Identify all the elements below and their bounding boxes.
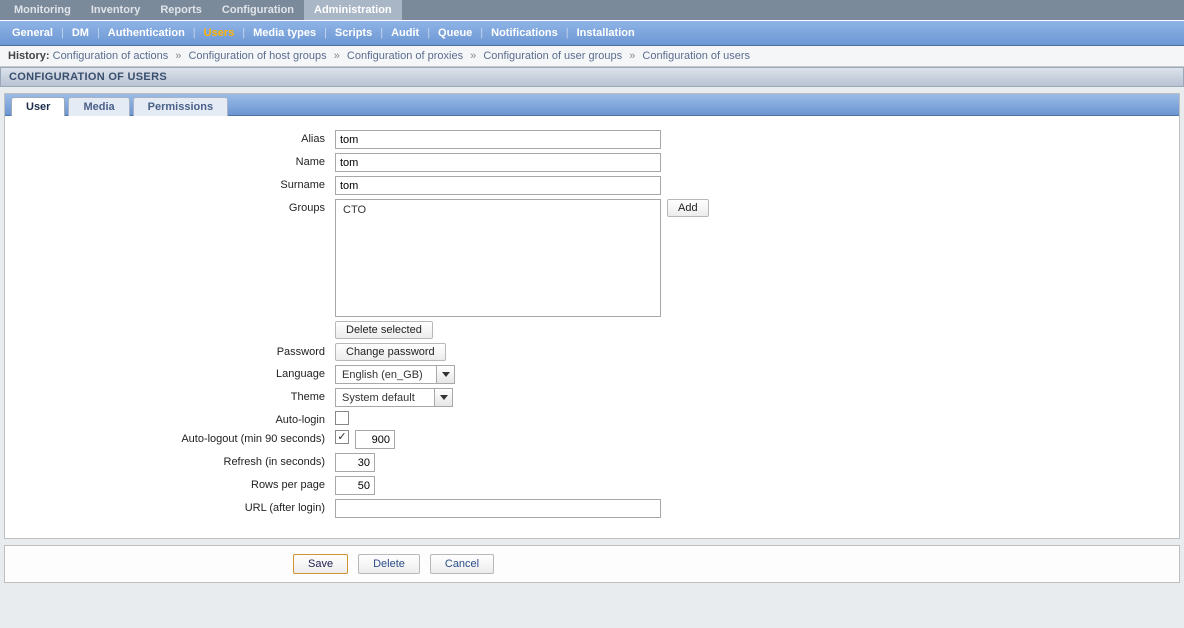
subnav-queue[interactable]: Queue bbox=[430, 25, 480, 41]
groups-label: Groups bbox=[25, 199, 335, 214]
subnav-users[interactable]: Users bbox=[196, 25, 243, 41]
tab-permissions[interactable]: Permissions bbox=[133, 97, 228, 116]
chevron-right-icon: » bbox=[625, 50, 639, 62]
user-form: Alias Name Surname Groups CTO Delete sel… bbox=[5, 116, 1179, 538]
history-label: History: bbox=[8, 50, 50, 62]
language-select[interactable]: English (en_GB) bbox=[335, 365, 455, 384]
topnav-monitoring[interactable]: Monitoring bbox=[4, 0, 81, 20]
url-input[interactable] bbox=[335, 499, 661, 518]
surname-label: Surname bbox=[25, 176, 335, 191]
alias-label: Alias bbox=[25, 130, 335, 145]
subnav-audit[interactable]: Audit bbox=[383, 25, 427, 41]
sub-nav: General| DM| Authentication| Users| Medi… bbox=[0, 21, 1184, 46]
breadcrumb: History: Configuration of actions » Conf… bbox=[0, 46, 1184, 67]
history-link[interactable]: Configuration of actions bbox=[53, 50, 169, 62]
subnav-installation[interactable]: Installation bbox=[569, 25, 643, 41]
subnav-dm[interactable]: DM bbox=[64, 25, 97, 41]
auto-logout-label: Auto-logout (min 90 seconds) bbox=[25, 430, 335, 445]
form-footer: Save Delete Cancel bbox=[4, 545, 1180, 583]
theme-value: System default bbox=[336, 390, 430, 406]
check-icon: ✓ bbox=[337, 432, 346, 443]
subnav-scripts[interactable]: Scripts bbox=[327, 25, 380, 41]
add-group-button[interactable]: Add bbox=[667, 199, 709, 217]
subnav-notifications[interactable]: Notifications bbox=[483, 25, 566, 41]
auto-login-checkbox[interactable] bbox=[335, 411, 349, 425]
url-label: URL (after login) bbox=[25, 499, 335, 514]
chevron-down-icon[interactable] bbox=[436, 366, 454, 383]
topnav-inventory[interactable]: Inventory bbox=[81, 0, 151, 20]
password-label: Password bbox=[25, 343, 335, 358]
delete-selected-button[interactable]: Delete selected bbox=[335, 321, 433, 339]
theme-label: Theme bbox=[25, 388, 335, 403]
subnav-general[interactable]: General bbox=[4, 25, 61, 41]
language-label: Language bbox=[25, 365, 335, 380]
topnav-reports[interactable]: Reports bbox=[150, 0, 212, 20]
theme-select[interactable]: System default bbox=[335, 388, 453, 407]
chevron-right-icon: » bbox=[466, 50, 480, 62]
surname-input[interactable] bbox=[335, 176, 661, 195]
tab-user[interactable]: User bbox=[11, 97, 65, 116]
save-button[interactable]: Save bbox=[293, 554, 348, 574]
auto-logout-checkbox[interactable]: ✓ bbox=[335, 430, 349, 444]
auto-logout-input[interactable] bbox=[355, 430, 395, 449]
tab-media[interactable]: Media bbox=[68, 97, 129, 116]
topnav-configuration[interactable]: Configuration bbox=[212, 0, 304, 20]
groups-option[interactable]: CTO bbox=[341, 203, 655, 217]
history-link[interactable]: Configuration of user groups bbox=[483, 50, 622, 62]
page-title: CONFIGURATION OF USERS bbox=[0, 67, 1184, 87]
delete-button[interactable]: Delete bbox=[358, 554, 420, 574]
chevron-right-icon: » bbox=[171, 50, 185, 62]
topnav-administration[interactable]: Administration bbox=[304, 0, 402, 20]
chevron-down-icon[interactable] bbox=[434, 389, 452, 406]
tab-row: User Media Permissions bbox=[5, 94, 1179, 116]
history-link[interactable]: Configuration of host groups bbox=[188, 50, 326, 62]
content-panel: User Media Permissions Alias Name Surnam… bbox=[4, 93, 1180, 539]
groups-listbox[interactable]: CTO bbox=[335, 199, 661, 317]
top-nav: Monitoring Inventory Reports Configurati… bbox=[0, 0, 1184, 21]
subnav-authentication[interactable]: Authentication bbox=[100, 25, 193, 41]
history-link[interactable]: Configuration of proxies bbox=[347, 50, 463, 62]
alias-input[interactable] bbox=[335, 130, 661, 149]
rows-label: Rows per page bbox=[25, 476, 335, 491]
refresh-input[interactable] bbox=[335, 453, 375, 472]
subnav-media-types[interactable]: Media types bbox=[245, 25, 324, 41]
rows-input[interactable] bbox=[335, 476, 375, 495]
name-label: Name bbox=[25, 153, 335, 168]
cancel-button[interactable]: Cancel bbox=[430, 554, 494, 574]
refresh-label: Refresh (in seconds) bbox=[25, 453, 335, 468]
name-input[interactable] bbox=[335, 153, 661, 172]
change-password-button[interactable]: Change password bbox=[335, 343, 446, 361]
auto-login-label: Auto-login bbox=[25, 411, 335, 426]
history-link[interactable]: Configuration of users bbox=[642, 50, 750, 62]
language-value: English (en_GB) bbox=[336, 367, 432, 383]
chevron-right-icon: » bbox=[330, 50, 344, 62]
